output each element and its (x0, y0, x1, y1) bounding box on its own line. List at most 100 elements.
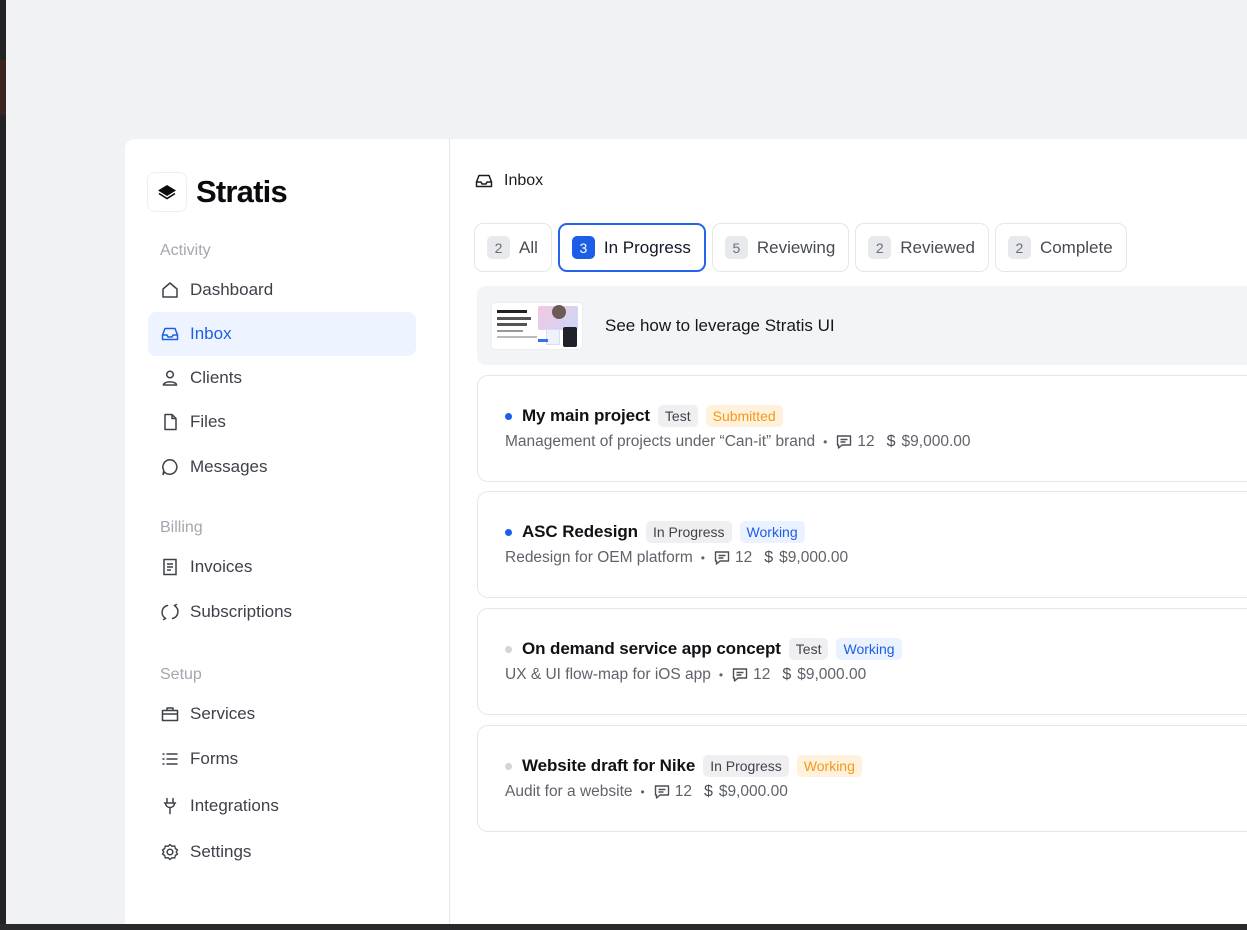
comment-icon (654, 785, 669, 799)
project-tag: Test (657, 405, 698, 427)
main-content: Inbox 2 All 3 In Progress 5 Reviewing 2 … (450, 139, 1247, 924)
tab-all[interactable]: 2 All (474, 223, 552, 272)
brand[interactable]: Stratis (147, 172, 288, 212)
sidebar-item-label: Files (190, 412, 226, 431)
project-amount: $9,000.00 (901, 433, 971, 450)
list-icon (160, 749, 180, 769)
app-window: Stratis Activity Dashboard Inbox Clients… (125, 139, 1247, 924)
tab-count: 3 (571, 236, 595, 259)
tab-count: 2 (1007, 236, 1031, 259)
refresh-icon (160, 602, 180, 622)
section-label-billing: Billing (160, 519, 203, 536)
status-badge: Working (739, 521, 805, 543)
promo-thumbnail (491, 301, 583, 350)
sidebar-item-label: Inbox (190, 324, 232, 343)
dollar-icon: $ (703, 783, 713, 800)
status-badge: Working (836, 638, 902, 660)
tab-count: 2 (868, 236, 892, 259)
sidebar-item-label: Clients (190, 368, 242, 387)
comment-count: 12 (674, 783, 692, 800)
sidebar-item-label: Forms (190, 749, 239, 768)
project-description: Audit for a website (505, 783, 633, 800)
file-icon (160, 412, 180, 432)
tab-reviewed[interactable]: 2 Reviewed (855, 223, 989, 272)
plug-icon (160, 796, 180, 816)
read-dot (505, 645, 512, 653)
sidebar-item-label: Integrations (190, 796, 279, 815)
project-title: Website draft for Nike (522, 756, 696, 775)
tab-label: Reviewed (900, 237, 975, 257)
project-description: Management of projects under “Can-it” br… (505, 433, 816, 450)
tab-in-progress[interactable]: 3 In Progress (557, 223, 706, 272)
sidebar-item-forms[interactable]: Forms (148, 737, 416, 781)
sidebar-item-label: Dashboard (190, 280, 274, 299)
status-badge: Submitted (705, 405, 783, 427)
page-title-text: Inbox (504, 172, 544, 189)
project-card[interactable]: My main project Test Submitted Managemen… (477, 375, 1247, 482)
project-amount: $9,000.00 (797, 666, 867, 683)
tab-count: 5 (724, 236, 748, 259)
status-tabs: 2 All 3 In Progress 5 Reviewing 2 Review… (474, 223, 1133, 272)
comment-count: 12 (857, 433, 875, 450)
promo-banner[interactable]: See how to leverage Stratis UI (477, 286, 1247, 365)
project-amount: $9,000.00 (779, 549, 849, 566)
sidebar-item-invoices[interactable]: Invoices (148, 545, 416, 589)
section-label-setup: Setup (160, 666, 202, 683)
read-dot (505, 762, 512, 770)
dollar-icon: $ (764, 549, 774, 566)
sidebar-item-label: Invoices (190, 557, 253, 576)
project-title: On demand service app concept (522, 639, 781, 658)
brand-name: Stratis (196, 174, 288, 209)
sidebar-item-files[interactable]: Files (148, 400, 416, 444)
dollar-icon: $ (782, 666, 792, 683)
tab-label: Complete (1039, 237, 1113, 257)
tab-reviewing[interactable]: 5 Reviewing (711, 223, 850, 272)
separator-dot: • (700, 551, 705, 565)
stratis-logo-icon (147, 172, 187, 212)
home-icon (160, 280, 180, 300)
comment-count: 12 (735, 549, 753, 566)
status-badge: Working (796, 755, 862, 777)
sidebar-item-label: Messages (190, 457, 268, 476)
project-amount: $9,000.00 (718, 783, 788, 800)
separator-dot: • (640, 785, 645, 799)
project-tag: In Progress (703, 755, 789, 777)
sidebar-item-dashboard[interactable]: Dashboard (148, 268, 416, 312)
user-icon (160, 368, 180, 388)
sidebar: Stratis Activity Dashboard Inbox Clients… (125, 139, 450, 924)
tab-label: All (519, 237, 538, 257)
project-card[interactable]: ASC Redesign In Progress Working Redesig… (477, 491, 1247, 598)
sidebar-item-integrations[interactable]: Integrations (148, 784, 416, 828)
sidebar-item-settings[interactable]: Settings (148, 830, 416, 874)
project-card[interactable]: On demand service app concept Test Worki… (477, 608, 1247, 715)
sidebar-item-label: Settings (190, 842, 252, 861)
sidebar-item-label: Subscriptions (190, 602, 293, 621)
project-description: Redesign for OEM platform (505, 549, 693, 566)
sidebar-item-subscriptions[interactable]: Subscriptions (148, 590, 416, 634)
separator-dot: • (823, 435, 828, 449)
sidebar-item-inbox[interactable]: Inbox (148, 312, 416, 356)
left-edge (0, 0, 6, 930)
section-label-activity: Activity (160, 242, 211, 259)
comment-icon (714, 551, 730, 565)
briefcase-icon (160, 704, 180, 724)
unread-dot (505, 528, 512, 536)
gear-icon (160, 842, 180, 862)
separator-dot: • (718, 668, 724, 682)
sidebar-item-label: Services (190, 704, 256, 723)
comment-icon (732, 668, 748, 682)
tab-count: 2 (487, 236, 510, 259)
inbox-icon (475, 174, 493, 188)
sidebar-item-messages[interactable]: Messages (148, 445, 416, 489)
dollar-icon: $ (886, 433, 896, 450)
project-card[interactable]: Website draft for Nike In Progress Worki… (477, 725, 1247, 832)
tab-complete[interactable]: 2 Complete (994, 223, 1127, 272)
project-tag: In Progress (645, 521, 732, 543)
comment-count: 12 (753, 666, 771, 683)
project-title: ASC Redesign (522, 522, 638, 541)
project-description: UX & UI flow-map for iOS app (505, 666, 711, 683)
sidebar-item-clients[interactable]: Clients (148, 356, 416, 400)
sidebar-item-services[interactable]: Services (148, 692, 416, 736)
bottom-edge (0, 924, 1247, 930)
invoice-icon (160, 557, 180, 577)
